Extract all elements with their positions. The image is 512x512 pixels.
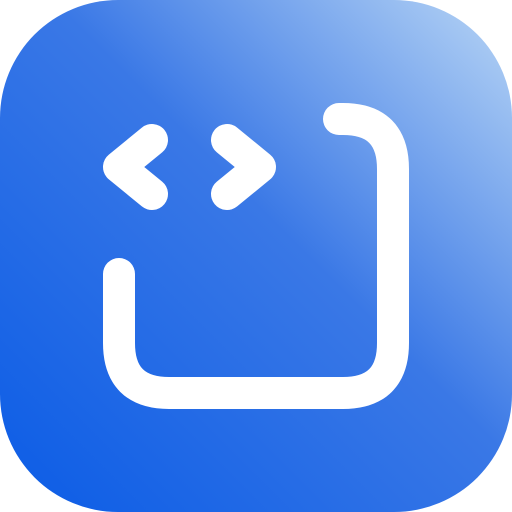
app-icon-graphic xyxy=(0,0,512,512)
icon-background xyxy=(0,0,512,512)
app-icon xyxy=(0,0,512,512)
